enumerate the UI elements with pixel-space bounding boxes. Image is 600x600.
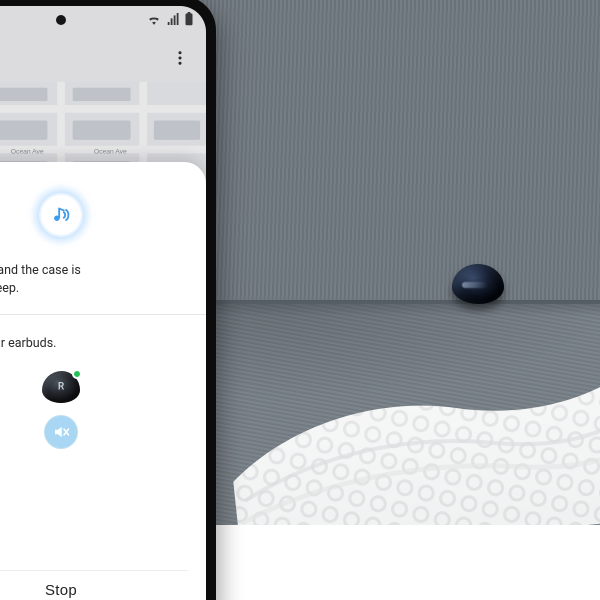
status-dot-ok: [72, 369, 82, 379]
earbud-side-label: R: [58, 382, 64, 393]
mute-icon: [52, 423, 70, 441]
beeping-indicator: [30, 184, 92, 246]
more-vert-icon: [171, 49, 189, 67]
stop-button[interactable]: Stop: [0, 570, 188, 600]
phone-screen: s Find: [0, 6, 206, 600]
battery-icon: [184, 12, 194, 26]
wifi-icon: [147, 13, 161, 25]
map-street-label: Ocean Ave: [94, 148, 127, 155]
map-street-label: Ocean Ave: [11, 148, 44, 155]
divider: [0, 314, 206, 315]
phone-frame: s Find: [0, 0, 216, 600]
sheet-note-line1: in the case and the case is: [0, 263, 81, 278]
mute-button[interactable]: [44, 415, 78, 449]
earbud-right-illustration: R: [42, 371, 80, 403]
music-beep-icon: [50, 204, 72, 226]
sheet-note: in the case and the case is ney won't be…: [0, 262, 188, 298]
more-options-button[interactable]: [168, 46, 192, 70]
sheet-hint: you find your earbuds.: [0, 335, 188, 353]
bottom-sheet: in the case and the case is ney won't be…: [0, 162, 206, 600]
status-bar: [0, 6, 206, 32]
sheet-note-line2: ney won't beep.: [0, 281, 19, 296]
app-bar: s Find: [0, 36, 206, 80]
earbud-on-sofa: [452, 264, 504, 304]
signal-icon: [166, 13, 179, 25]
